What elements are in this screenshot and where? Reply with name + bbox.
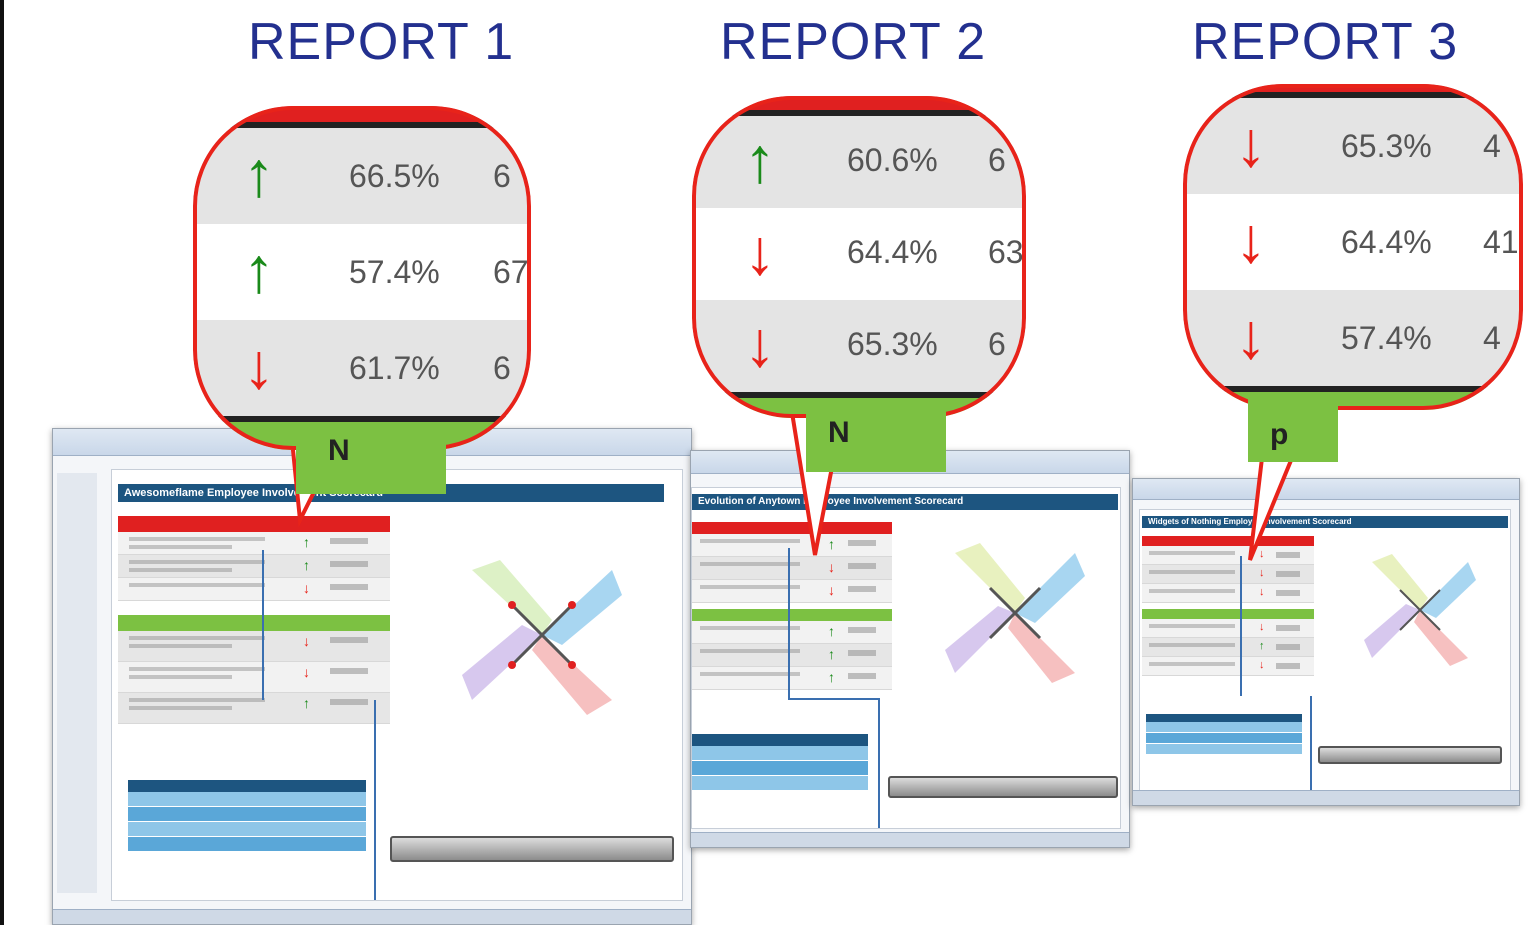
zoom-footer-text: N [328, 434, 350, 467]
callout-3-footer-band: p [1248, 392, 1338, 462]
zoom-footer-text: p [1270, 418, 1289, 451]
zoom-callout-2: ↑ 60.6% 6 ↓ 64.4% 63 ↓ 65.3% 6 [692, 96, 1026, 418]
zoom-footer-text: N [828, 416, 850, 449]
zoom-callout-3: ↓ 65.3% 4 ↓ 64.4% 41 ↓ 57.4% 4 [1183, 84, 1523, 410]
zoom-callout-1: ↑ 66.5% 6 ↑ 57.4% 67 ↓ 61.7% 6 [193, 106, 531, 450]
callout-1-footer-band: N [296, 424, 446, 494]
callout-2-footer-band: N [806, 402, 946, 472]
